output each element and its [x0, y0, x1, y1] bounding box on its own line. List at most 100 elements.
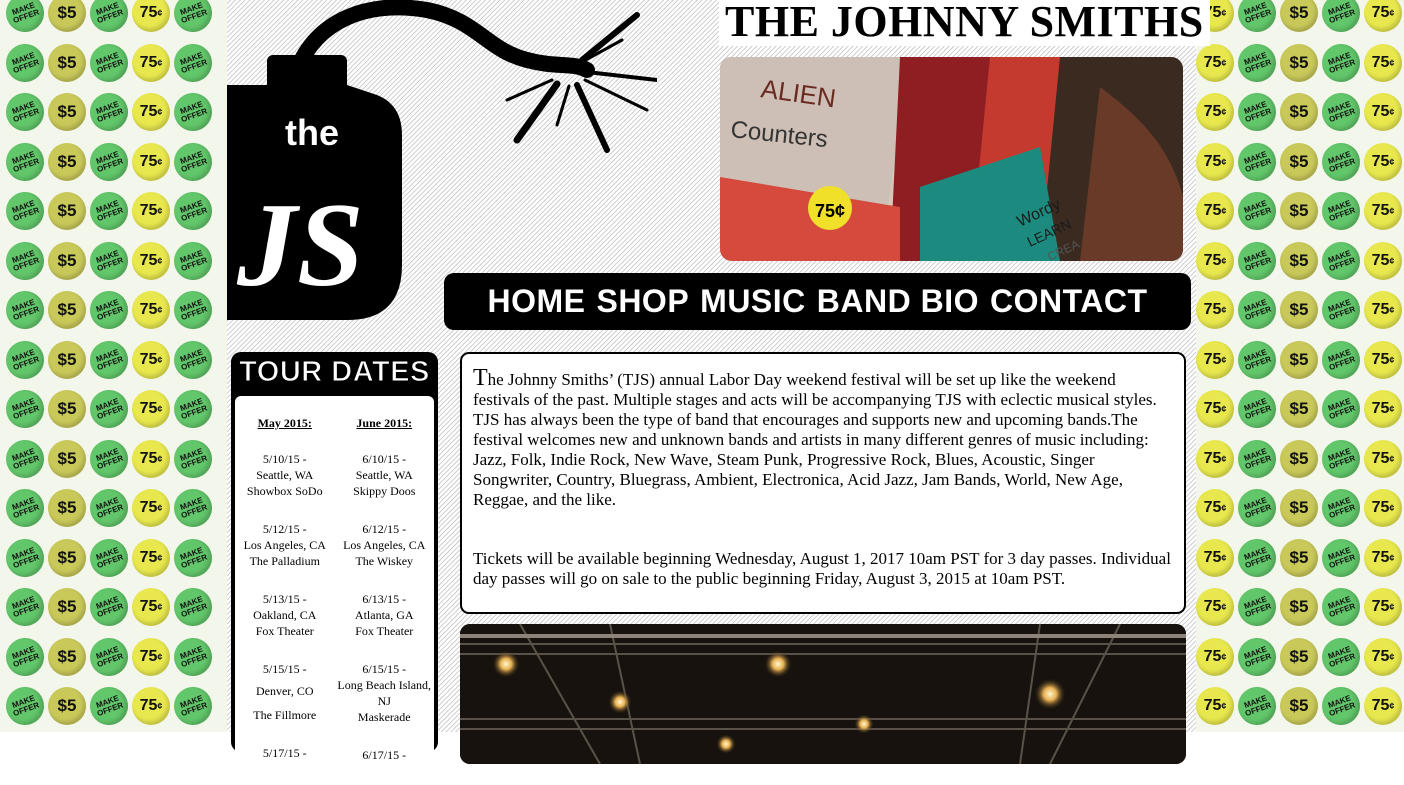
seventy-five-cent-sticker: 75 ¢: [1364, 637, 1402, 676]
tour-gig: 5/12/15 - Los Angeles, CA The Palladium: [235, 521, 335, 569]
make-offer-sticker: MAKEOFFER: [0, 483, 50, 533]
seventy-five-cent-sticker: 75 ¢: [1364, 340, 1402, 379]
make-offer-sticker: MAKEOFFER: [168, 582, 218, 632]
make-offer-sticker: MAKEOFFER: [1232, 87, 1282, 137]
seventy-five-cent-sticker: 75 ¢: [132, 439, 170, 478]
five-dollar-sticker: $5: [1280, 43, 1318, 82]
sticker-text: ¢: [1221, 453, 1227, 464]
five-dollar-sticker: $5: [48, 588, 86, 626]
gig-city: Long Beach Island, NJ: [337, 678, 432, 708]
sticker-text: ¢: [1389, 453, 1395, 464]
make-offer-sticker: MAKEOFFER: [84, 533, 134, 582]
seventy-five-cent-sticker: 75 ¢: [1364, 687, 1402, 725]
nav-contact[interactable]: CONTACT: [990, 283, 1148, 320]
make-offer-sticker: MAKEOFFER: [84, 434, 134, 483]
tour-gig: 6/17/15 -: [335, 747, 435, 763]
gig-city: Seattle, WA: [256, 468, 314, 482]
make-offer-sticker: MAKEOFFER: [1316, 681, 1366, 731]
seventy-five-cent-sticker: 75 ¢: [1196, 538, 1234, 577]
gig-venue: The Wiskey: [355, 554, 414, 568]
make-offer-sticker: MAKEOFFER: [1316, 483, 1366, 533]
nav-shop[interactable]: SHOP: [596, 283, 689, 320]
make-offer-sticker: MAKEOFFER: [168, 285, 218, 335]
sticker-text: ¢: [1389, 354, 1395, 365]
sticker-text: ¢: [157, 255, 163, 266]
tour-month: May 2015:: [257, 416, 312, 430]
make-offer-sticker: MAKEOFFER: [84, 681, 134, 731]
sticker-text: ¢: [157, 453, 163, 464]
sticker-text: ¢: [1221, 552, 1227, 563]
make-offer-sticker: MAKEOFFER: [1316, 137, 1366, 186]
make-offer-sticker: MAKEOFFER: [168, 0, 218, 38]
sticker-text: ¢: [1221, 156, 1227, 167]
seventy-five-cent-sticker: 75 ¢: [1364, 489, 1402, 527]
five-dollar-sticker: $5: [48, 241, 86, 280]
make-offer-sticker: MAKEOFFER: [1316, 335, 1366, 384]
five-dollar-sticker: $5: [1280, 538, 1318, 577]
five-dollar-sticker: $5: [1280, 390, 1318, 428]
sticker-text: ¢: [157, 651, 163, 662]
seventy-five-cent-sticker: 75 ¢: [1364, 538, 1402, 577]
gig-venue: Fox Theater: [355, 624, 414, 638]
five-dollar-sticker: $5: [1280, 291, 1318, 329]
five-dollar-sticker: $5: [48, 340, 86, 379]
tour-gig: 5/10/15 - Seattle, WA Showbox SoDo: [235, 451, 335, 499]
make-offer-sticker: MAKEOFFER: [168, 137, 218, 186]
make-offer-sticker: MAKEOFFER: [168, 87, 218, 137]
seventy-five-cent-sticker: 75 ¢: [132, 43, 170, 82]
seventy-five-cent-sticker: 75 ¢: [1196, 637, 1234, 676]
make-offer-sticker: MAKEOFFER: [168, 681, 218, 731]
seventy-five-cent-sticker: 75 ¢: [1196, 390, 1234, 428]
seventy-five-cent-sticker: 75 ¢: [132, 340, 170, 379]
gig-venue: Showbox SoDo: [246, 484, 323, 498]
sticker-text: ¢: [157, 8, 163, 18]
nav-music[interactable]: MUSIC: [700, 283, 806, 320]
seventy-five-cent-sticker: 75 ¢: [1196, 43, 1234, 82]
sticker-background-right: 75 ¢ MAKE OFFER $5 MAKE OFFER 75 ¢ 75 ¢ MAKE OFFER $5…: [1196, 0, 1404, 732]
seventy-five-cent-sticker: 75 ¢: [132, 637, 170, 676]
seventy-five-cent-sticker: 75 ¢: [132, 93, 170, 131]
make-offer-sticker: MAKEOFFER: [1232, 533, 1282, 582]
five-dollar-sticker: $5: [48, 390, 86, 428]
gig-date: 6/15/15 -: [362, 662, 407, 676]
gig-date: 5/12/15 -: [262, 522, 307, 536]
make-offer-sticker: MAKEOFFER: [1316, 533, 1366, 582]
make-offer-sticker: MAKEOFFER: [84, 582, 134, 632]
hero-collage-image: 75¢ ALIEN Counters Wordy LEARN CREA: [720, 57, 1183, 261]
five-dollar-sticker: $5: [48, 439, 86, 478]
sticker-text: ¢: [157, 107, 163, 117]
sticker-text: ¢: [1389, 156, 1395, 167]
seventy-five-cent-sticker: 75 ¢: [1364, 142, 1402, 181]
five-dollar-sticker: $5: [1280, 489, 1318, 527]
make-offer-sticker: MAKEOFFER: [1232, 38, 1282, 87]
gig-city: Los Angeles, CA: [243, 538, 326, 552]
sticker-text: ¢: [1221, 305, 1227, 315]
make-offer-sticker: MAKEOFFER: [1232, 335, 1282, 384]
main-nav: HOME SHOP MUSIC BAND BIO CONTACT: [444, 273, 1191, 330]
make-offer-sticker: MAKEOFFER: [168, 384, 218, 434]
make-offer-sticker: MAKEOFFER: [0, 137, 50, 186]
make-offer-sticker: MAKEOFFER: [0, 335, 50, 384]
five-dollar-sticker: $5: [1280, 142, 1318, 181]
nav-band-bio[interactable]: BAND BIO: [817, 283, 979, 320]
make-offer-sticker: MAKEOFFER: [0, 632, 50, 681]
tour-gig: 6/15/15 - Long Beach Island, NJ Maskerad…: [335, 661, 435, 725]
sticker-text: ¢: [1389, 107, 1395, 117]
seventy-five-cent-sticker: 75 ¢: [132, 241, 170, 280]
nav-home[interactable]: HOME: [487, 283, 585, 320]
seventy-five-cent-sticker: 75 ¢: [132, 687, 170, 725]
five-dollar-sticker: $5: [48, 291, 86, 329]
make-offer-sticker: MAKEOFFER: [168, 533, 218, 582]
logo-the-text: the: [285, 112, 339, 153]
tour-month: June 2015:: [356, 416, 413, 430]
five-dollar-sticker: $5: [1280, 439, 1318, 478]
main-panel: the JS THE JOHNNY SMITHS 75¢ ALIEN Count…: [227, 0, 1210, 764]
seventy-five-cent-sticker: 75 ¢: [1364, 241, 1402, 280]
sticker-text: ¢: [1389, 701, 1395, 711]
seventy-five-cent-sticker: 75 ¢: [132, 489, 170, 527]
sticker-text: ¢: [1221, 602, 1227, 612]
make-offer-sticker: MAKEOFFER: [84, 137, 134, 186]
make-offer-sticker: MAKEOFFER: [84, 0, 134, 38]
sticker-text: ¢: [1221, 206, 1227, 216]
make-offer-sticker: MAKEOFFER: [168, 434, 218, 483]
